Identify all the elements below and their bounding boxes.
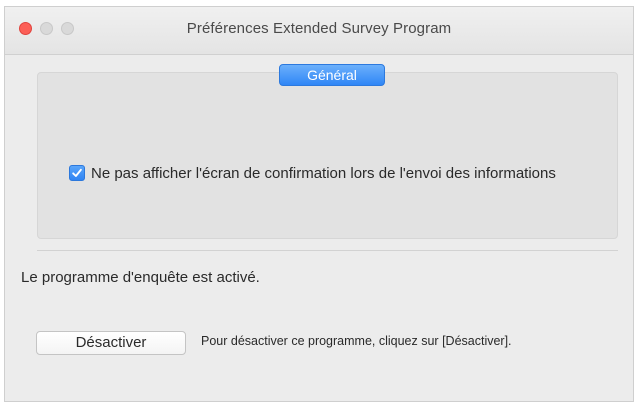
deactivate-button[interactable]: Désactiver — [36, 331, 186, 355]
tab-general[interactable]: Général — [279, 64, 385, 86]
program-status-text: Le programme d'enquête est activé. — [21, 269, 260, 286]
separator — [37, 250, 618, 251]
hide-confirmation-checkbox[interactable] — [69, 165, 85, 181]
window-title: Préférences Extended Survey Program — [186, 20, 452, 37]
preferences-window: Préférences Extended Survey Program Géné… — [4, 6, 634, 402]
deactivate-hint: Pour désactiver ce programme, cliquez su… — [201, 334, 512, 348]
title-bar[interactable]: Préférences Extended Survey Program — [5, 7, 633, 55]
hide-confirmation-label[interactable]: Ne pas afficher l'écran de confirmation … — [91, 162, 601, 185]
checkmark-icon — [72, 168, 82, 177]
general-settings-panel — [37, 72, 618, 239]
